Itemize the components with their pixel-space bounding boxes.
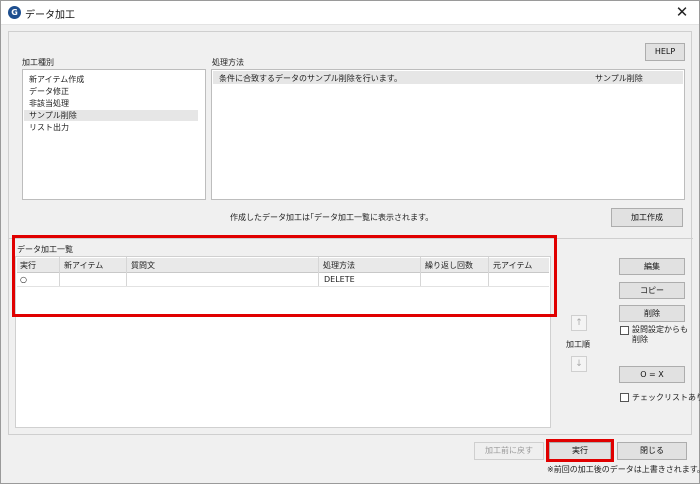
checklist-checkbox[interactable] <box>620 393 629 402</box>
process-type-item-new-item[interactable]: 新アイテム作成 <box>29 74 84 85</box>
table-row[interactable]: ○ DELETE <box>17 274 549 287</box>
delete-from-settings-label: 設問設定からも削除 <box>632 325 688 344</box>
process-type-item-data-fix[interactable]: データ修正 <box>29 86 69 97</box>
method-value: サンプル削除 <box>595 74 643 83</box>
move-up-icon[interactable]: ↑ <box>571 315 587 331</box>
info-text: 作成したデータ加工は｢データ加工一覧に表示されます。 <box>230 213 434 222</box>
method-label: 処理方法 <box>212 58 244 67</box>
create-process-button[interactable]: 加工作成 <box>611 208 683 227</box>
window-title: データ加工 <box>25 10 75 21</box>
section-divider <box>9 238 693 239</box>
overwrite-note: ※前回の加工後のデータは上書きされます。 <box>547 465 700 474</box>
row-method: DELETE <box>324 275 355 284</box>
close-window-button[interactable]: ✕ <box>673 3 691 21</box>
col-question: 質問文 <box>131 261 155 270</box>
process-type-label: 加工種別 <box>22 58 54 67</box>
app-logo-icon: G <box>8 6 21 19</box>
main-panel: HELP 加工種別 新アイテム作成 データ修正 非該当処理 サンプル削除 リスト… <box>8 31 700 435</box>
row-run-radio[interactable]: ○ <box>20 275 27 284</box>
grid-header: 実行 新アイテム 質問文 処理方法 繰り返し回数 元アイテム <box>17 258 549 273</box>
method-list[interactable]: 条件に合致するデータのサンプル削除を行います。 サンプル削除 <box>211 69 685 200</box>
process-list-label: データ加工一覧 <box>17 245 73 254</box>
title-bar: G データ加工 ✕ <box>1 1 699 25</box>
process-list-grid[interactable]: 実行 新アイテム 質問文 処理方法 繰り返し回数 元アイテム ○ DELETE <box>15 256 551 428</box>
checklist-label: チェックリストあり <box>632 393 700 402</box>
undo-process-button[interactable]: 加工前に戻す <box>474 442 544 460</box>
help-button[interactable]: HELP <box>645 43 685 61</box>
col-new-item: 新アイテム <box>64 261 104 270</box>
process-type-item-sample-delete[interactable]: サンプル削除 <box>24 110 198 121</box>
col-source-item: 元アイテム <box>493 261 533 270</box>
process-type-list[interactable]: 新アイテム作成 データ修正 非該当処理 サンプル削除 リスト出力 <box>22 69 206 200</box>
col-repeat: 繰り返し回数 <box>425 261 473 270</box>
col-run: 実行 <box>20 261 36 270</box>
process-type-item-non-applicable[interactable]: 非該当処理 <box>29 98 69 109</box>
delete-from-settings-checkbox[interactable] <box>620 326 629 335</box>
edit-button[interactable]: 編集 <box>619 258 685 275</box>
method-row[interactable]: 条件に合致するデータのサンプル削除を行います。 サンプル削除 <box>213 71 683 84</box>
process-type-item-list-output[interactable]: リスト出力 <box>29 122 69 133</box>
col-method: 処理方法 <box>323 261 355 270</box>
move-down-icon[interactable]: ↓ <box>571 356 587 372</box>
method-description: 条件に合致するデータのサンプル削除を行います。 <box>219 74 402 83</box>
execute-button[interactable]: 実行 <box>549 442 611 460</box>
data-processing-window: G データ加工 ✕ HELP 加工種別 新アイテム作成 データ修正 非該当処理 … <box>0 0 700 484</box>
close-button[interactable]: 閉じる <box>617 442 687 460</box>
delete-button[interactable]: 削除 <box>619 305 685 322</box>
copy-button[interactable]: コピー <box>619 282 685 299</box>
o-equals-x-button[interactable]: O = X <box>619 366 685 383</box>
order-label: 加工順 <box>566 340 590 349</box>
